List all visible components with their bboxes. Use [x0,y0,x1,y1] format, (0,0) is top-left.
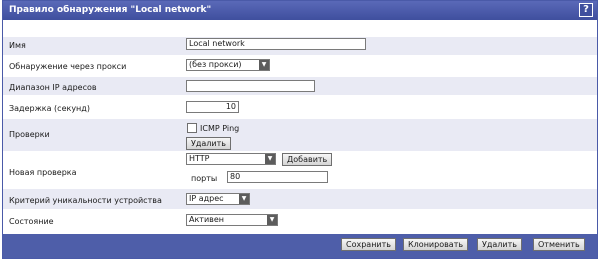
proxy-select[interactable]: (без прокси) ▼ [186,59,270,71]
icmp-ping-label: ICMP Ping [200,124,240,133]
uniqueness-select-value: IP адрес [189,194,224,203]
delay-label: Задержка (секунд) [9,104,90,113]
discovery-rule-panel: Правило обнаружения "Local network" ? Им… [2,0,598,259]
new-check-label: Новая проверка [9,168,77,177]
uniqueness-select[interactable]: IP адрес ▼ [186,193,250,205]
icmp-ping-checkbox[interactable] [187,123,197,133]
new-check-select[interactable]: HTTP ▼ [186,153,276,165]
checks-label: Проверки [9,130,50,139]
ip-range-input[interactable] [186,80,315,92]
name-input[interactable]: Local network [186,38,366,50]
proxy-label: Обнаружение через прокси [9,62,127,71]
panel-title: Правило обнаружения "Local network" [9,5,212,15]
uniqueness-label: Критерий уникальности устройства [9,196,162,205]
proxy-select-value: (без прокси) [189,60,242,69]
name-label: Имя [9,41,26,50]
chevron-down-icon: ▼ [239,194,249,204]
save-button[interactable]: Сохранить [341,238,396,251]
clone-button[interactable]: Клонировать [403,238,469,251]
ports-label: порты [191,174,218,183]
state-select-value: Активен [189,215,225,224]
state-label: Состояние [9,217,54,226]
title-bar: Правило обнаружения "Local network" ? [3,1,597,20]
state-select[interactable]: Активен ▼ [186,214,278,226]
chevron-down-icon: ▼ [267,215,277,225]
ip-range-label: Диапазон IP адресов [9,83,97,92]
chevron-down-icon: ▼ [259,60,269,70]
footer-bar: Сохранить Клонировать Удалить Отменить [3,234,597,258]
help-icon[interactable]: ? [579,3,593,17]
delete-check-button[interactable]: Удалить [186,137,231,150]
chevron-down-icon: ▼ [265,154,275,164]
ports-input[interactable]: 80 [227,171,328,183]
delete-button[interactable]: Удалить [477,238,522,251]
add-check-button[interactable]: Добавить [282,153,333,166]
cancel-button[interactable]: Отменить [533,238,585,251]
row-bg-checks [3,119,597,151]
delay-input[interactable]: 10 [186,101,239,113]
new-check-select-value: HTTP [189,154,210,163]
